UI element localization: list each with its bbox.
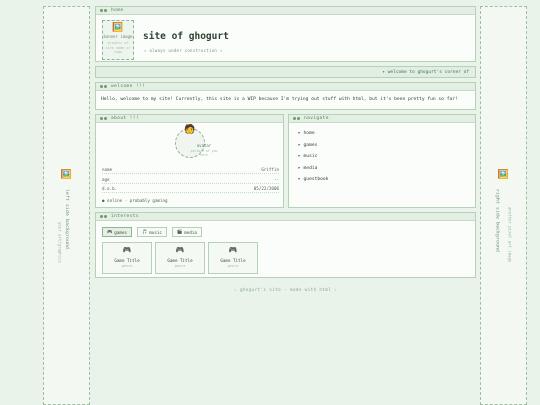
picture-icon: 🖼️ xyxy=(497,170,510,180)
left-sidebar-sub: your art/graphics xyxy=(57,222,63,263)
game-title: Game Title xyxy=(114,258,140,263)
navigate-panel: navigate ▸ home ▸ games ▸ music ▸ media … xyxy=(288,114,476,208)
navigate-titlebar: navigate xyxy=(289,115,475,123)
about-panel: about !!! 🧑 avatar picture of you here n… xyxy=(95,114,284,208)
welcome-text: Hello, welcome to my site! Currently, th… xyxy=(101,97,458,102)
welcome-panel: welcome !!! Hello, welcome to my site! C… xyxy=(95,82,476,110)
nav-link-home[interactable]: ▸ home xyxy=(298,131,315,136)
info-label: d.o.b. xyxy=(102,186,118,191)
picture-icon: 🖼️ xyxy=(60,170,73,180)
gamepad-icon: 🎮 xyxy=(122,246,132,254)
nav-link-guestbook[interactable]: ▸ guestbook xyxy=(298,177,328,182)
window-dot xyxy=(297,117,300,120)
about-titlebar: about !!! xyxy=(96,115,283,123)
info-label: name xyxy=(102,167,113,172)
banner-image: 🖼️ banner image graphic of site name or … xyxy=(102,20,134,60)
home-panel: home 🖼️ banner image graphic of site nam… xyxy=(95,6,476,62)
clapperboard-icon: 🎬 xyxy=(177,229,183,234)
nav-link-media[interactable]: ▸ media xyxy=(298,166,317,171)
tab-games[interactable]: 🎮 games xyxy=(102,227,132,237)
game-card[interactable]: 🎮 Game Title genre xyxy=(208,242,258,274)
avatar-caption: picture of you here xyxy=(190,149,218,157)
banner-label: banner image xyxy=(103,34,133,39)
interests-title: interests xyxy=(111,214,139,219)
footer-text: ✧ ghogurt's site · made with html ✧ xyxy=(233,288,338,293)
avatar: 🧑 avatar picture of you here xyxy=(175,125,217,158)
info-value: 05/22/2006 xyxy=(253,186,279,191)
window-dot xyxy=(100,85,103,88)
right-sidebar-sub: another pixel art image xyxy=(507,207,513,263)
banner-caption: graphic of site name or logo xyxy=(105,41,131,55)
info-value: Griffin xyxy=(261,167,279,172)
window-dot xyxy=(104,85,107,88)
status-text: ● online · probably gaming xyxy=(102,198,168,203)
welcome-titlebar: welcome !!! xyxy=(96,83,475,91)
tab-label: games xyxy=(114,229,127,235)
window-dot xyxy=(104,9,107,12)
game-genre: genre xyxy=(174,264,186,268)
window-dot xyxy=(100,117,103,120)
site-subtitle: ✦ always under construction ✦ xyxy=(144,48,223,53)
marquee-ticker: ✦ welcome to ghogurt's corner of xyxy=(95,66,476,78)
home-title: home xyxy=(111,8,124,13)
avatar-label: avatar xyxy=(196,143,212,148)
game-genre: genre xyxy=(227,264,239,268)
interests-panel: interests 🎮 games 🎵 music 🎬 media 🎮 Game… xyxy=(95,212,476,278)
window-dot xyxy=(293,117,296,120)
nav-link-games[interactable]: ▸ games xyxy=(298,143,317,148)
game-title: Game Title xyxy=(220,258,246,263)
home-titlebar: home xyxy=(96,7,475,15)
info-row-dob: d.o.b. 05/22/2006 xyxy=(102,186,279,193)
tab-media[interactable]: 🎬 media xyxy=(172,227,202,237)
right-sidebar-label: right side background xyxy=(494,189,500,253)
nav-link-music[interactable]: ▸ music xyxy=(298,154,317,159)
left-sidebar: 🖼️ left side background your art/graphic… xyxy=(43,6,90,405)
window-dot xyxy=(104,117,107,120)
game-title: Game Title xyxy=(167,258,193,263)
window-dot xyxy=(100,215,103,218)
about-title: about !!! xyxy=(111,116,139,121)
gamepad-icon: 🎮 xyxy=(175,246,185,254)
tab-music[interactable]: 🎵 music xyxy=(137,227,167,237)
info-value: -- xyxy=(273,177,279,182)
music-note-icon: 🎵 xyxy=(142,229,148,234)
tab-label: music xyxy=(149,229,162,235)
info-row-age: age -- xyxy=(102,177,279,184)
gamepad-icon: 🎮 xyxy=(228,246,238,254)
navigate-title: navigate xyxy=(304,116,329,121)
window-dot xyxy=(104,215,107,218)
picture-icon: 🖼️ xyxy=(112,23,124,33)
site-title: site of ghogurt xyxy=(143,31,229,42)
info-row-name: name Griffin xyxy=(102,167,279,174)
left-sidebar-label: left side background xyxy=(64,189,69,250)
ticker-text: ✦ welcome to ghogurt's corner of xyxy=(382,70,469,75)
game-card[interactable]: 🎮 Game Title genre xyxy=(102,242,152,274)
info-label: age xyxy=(102,177,110,182)
tab-label: media xyxy=(184,229,197,235)
game-card[interactable]: 🎮 Game Title genre xyxy=(155,242,205,274)
window-dot xyxy=(100,9,103,12)
person-emoji: 🧑 xyxy=(184,125,196,135)
game-genre: genre xyxy=(121,264,133,268)
gamepad-icon: 🎮 xyxy=(107,229,113,234)
right-sidebar: 🖼️ right side background another pixel a… xyxy=(480,6,527,405)
welcome-title: welcome !!! xyxy=(111,84,146,89)
interests-titlebar: interests xyxy=(96,213,475,221)
